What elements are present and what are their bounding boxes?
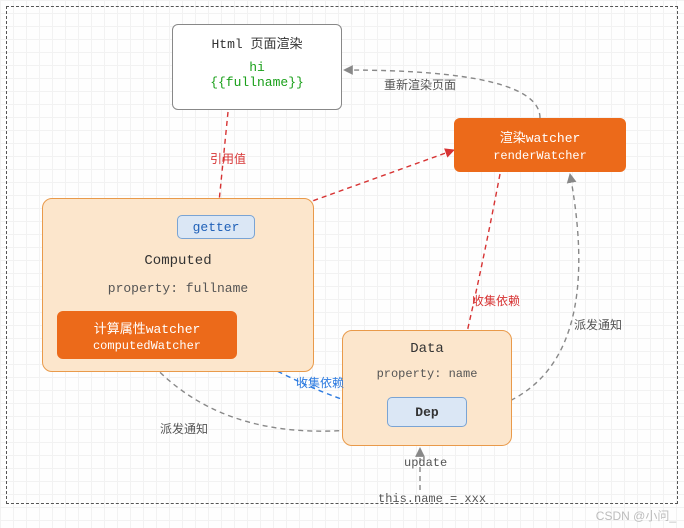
html-box-line1: hi xyxy=(173,60,341,75)
render-watcher-title: 渲染watcher xyxy=(455,127,625,146)
data-box: Data property: name Dep xyxy=(342,330,512,446)
label-rerender: 重新渲染页面 xyxy=(384,76,456,93)
label-ref-value: 引用值 xyxy=(210,150,246,167)
data-box-title: Data xyxy=(343,341,511,357)
computed-watcher-box: 计算属性watcher computedWatcher xyxy=(57,311,237,359)
computed-watcher-title: 计算属性watcher xyxy=(58,318,236,337)
data-box-property: property: name xyxy=(343,367,511,381)
label-collect-deps-red: 收集依赖 xyxy=(472,292,520,309)
watermark: CSDN @小问_ xyxy=(596,507,676,524)
label-assignment: this.name = xxx xyxy=(378,492,486,506)
label-collect-deps-blue: 收集依赖 xyxy=(296,374,344,391)
render-watcher-sub: renderWatcher xyxy=(455,149,625,163)
html-box-line2: {{fullname}} xyxy=(173,75,341,90)
getter-pill: getter xyxy=(177,215,255,239)
computed-watcher-sub: computedWatcher xyxy=(58,339,236,353)
computed-property: property: fullname xyxy=(43,281,313,296)
computed-box: getter Computed property: fullname 计算属性w… xyxy=(42,198,314,372)
label-dispatch-left: 派发通知 xyxy=(160,420,208,437)
computed-title: Computed xyxy=(43,253,313,269)
html-box-title: Html 页面渲染 xyxy=(173,33,341,52)
dep-pill: Dep xyxy=(387,397,467,427)
render-watcher-box: 渲染watcher renderWatcher xyxy=(454,118,626,172)
html-render-box: Html 页面渲染 hi {{fullname}} xyxy=(172,24,342,110)
label-dispatch-right: 派发通知 xyxy=(574,316,622,333)
label-update: update xyxy=(404,456,447,470)
